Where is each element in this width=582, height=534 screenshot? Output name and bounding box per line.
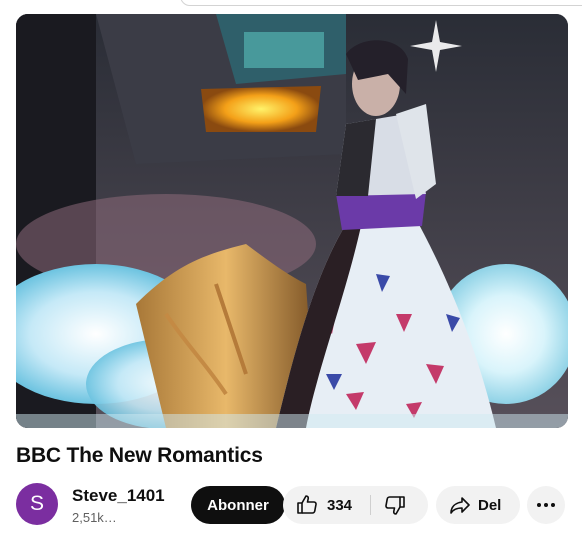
avatar-letter: S (29, 492, 44, 515)
share-button[interactable]: Del (436, 486, 520, 524)
channel-avatar[interactable]: S (16, 483, 58, 525)
subscribe-button[interactable]: Abonner (191, 486, 285, 524)
thumbs-down-icon (383, 493, 407, 517)
video-frame (16, 14, 568, 428)
video-title: BBC The New Romantics (16, 444, 263, 467)
like-button[interactable]: 334 (283, 486, 352, 524)
more-actions-button[interactable] (527, 486, 565, 524)
subscribe-label: Abonner (207, 496, 269, 514)
more-horizontal-icon (536, 502, 556, 508)
like-divider (370, 495, 371, 515)
like-count: 334 (327, 496, 353, 514)
share-label: Del (478, 496, 502, 514)
channel-name[interactable]: Steve_1401 (72, 486, 165, 506)
video-player[interactable] (16, 14, 568, 428)
like-dislike-bar: 334 (283, 486, 428, 524)
dislike-button[interactable] (383, 486, 407, 524)
thumbs-up-icon (295, 493, 319, 517)
subscriber-count: 2,51k… (72, 510, 117, 525)
search-bar-edge (180, 0, 582, 6)
share-arrow-icon (448, 493, 472, 517)
